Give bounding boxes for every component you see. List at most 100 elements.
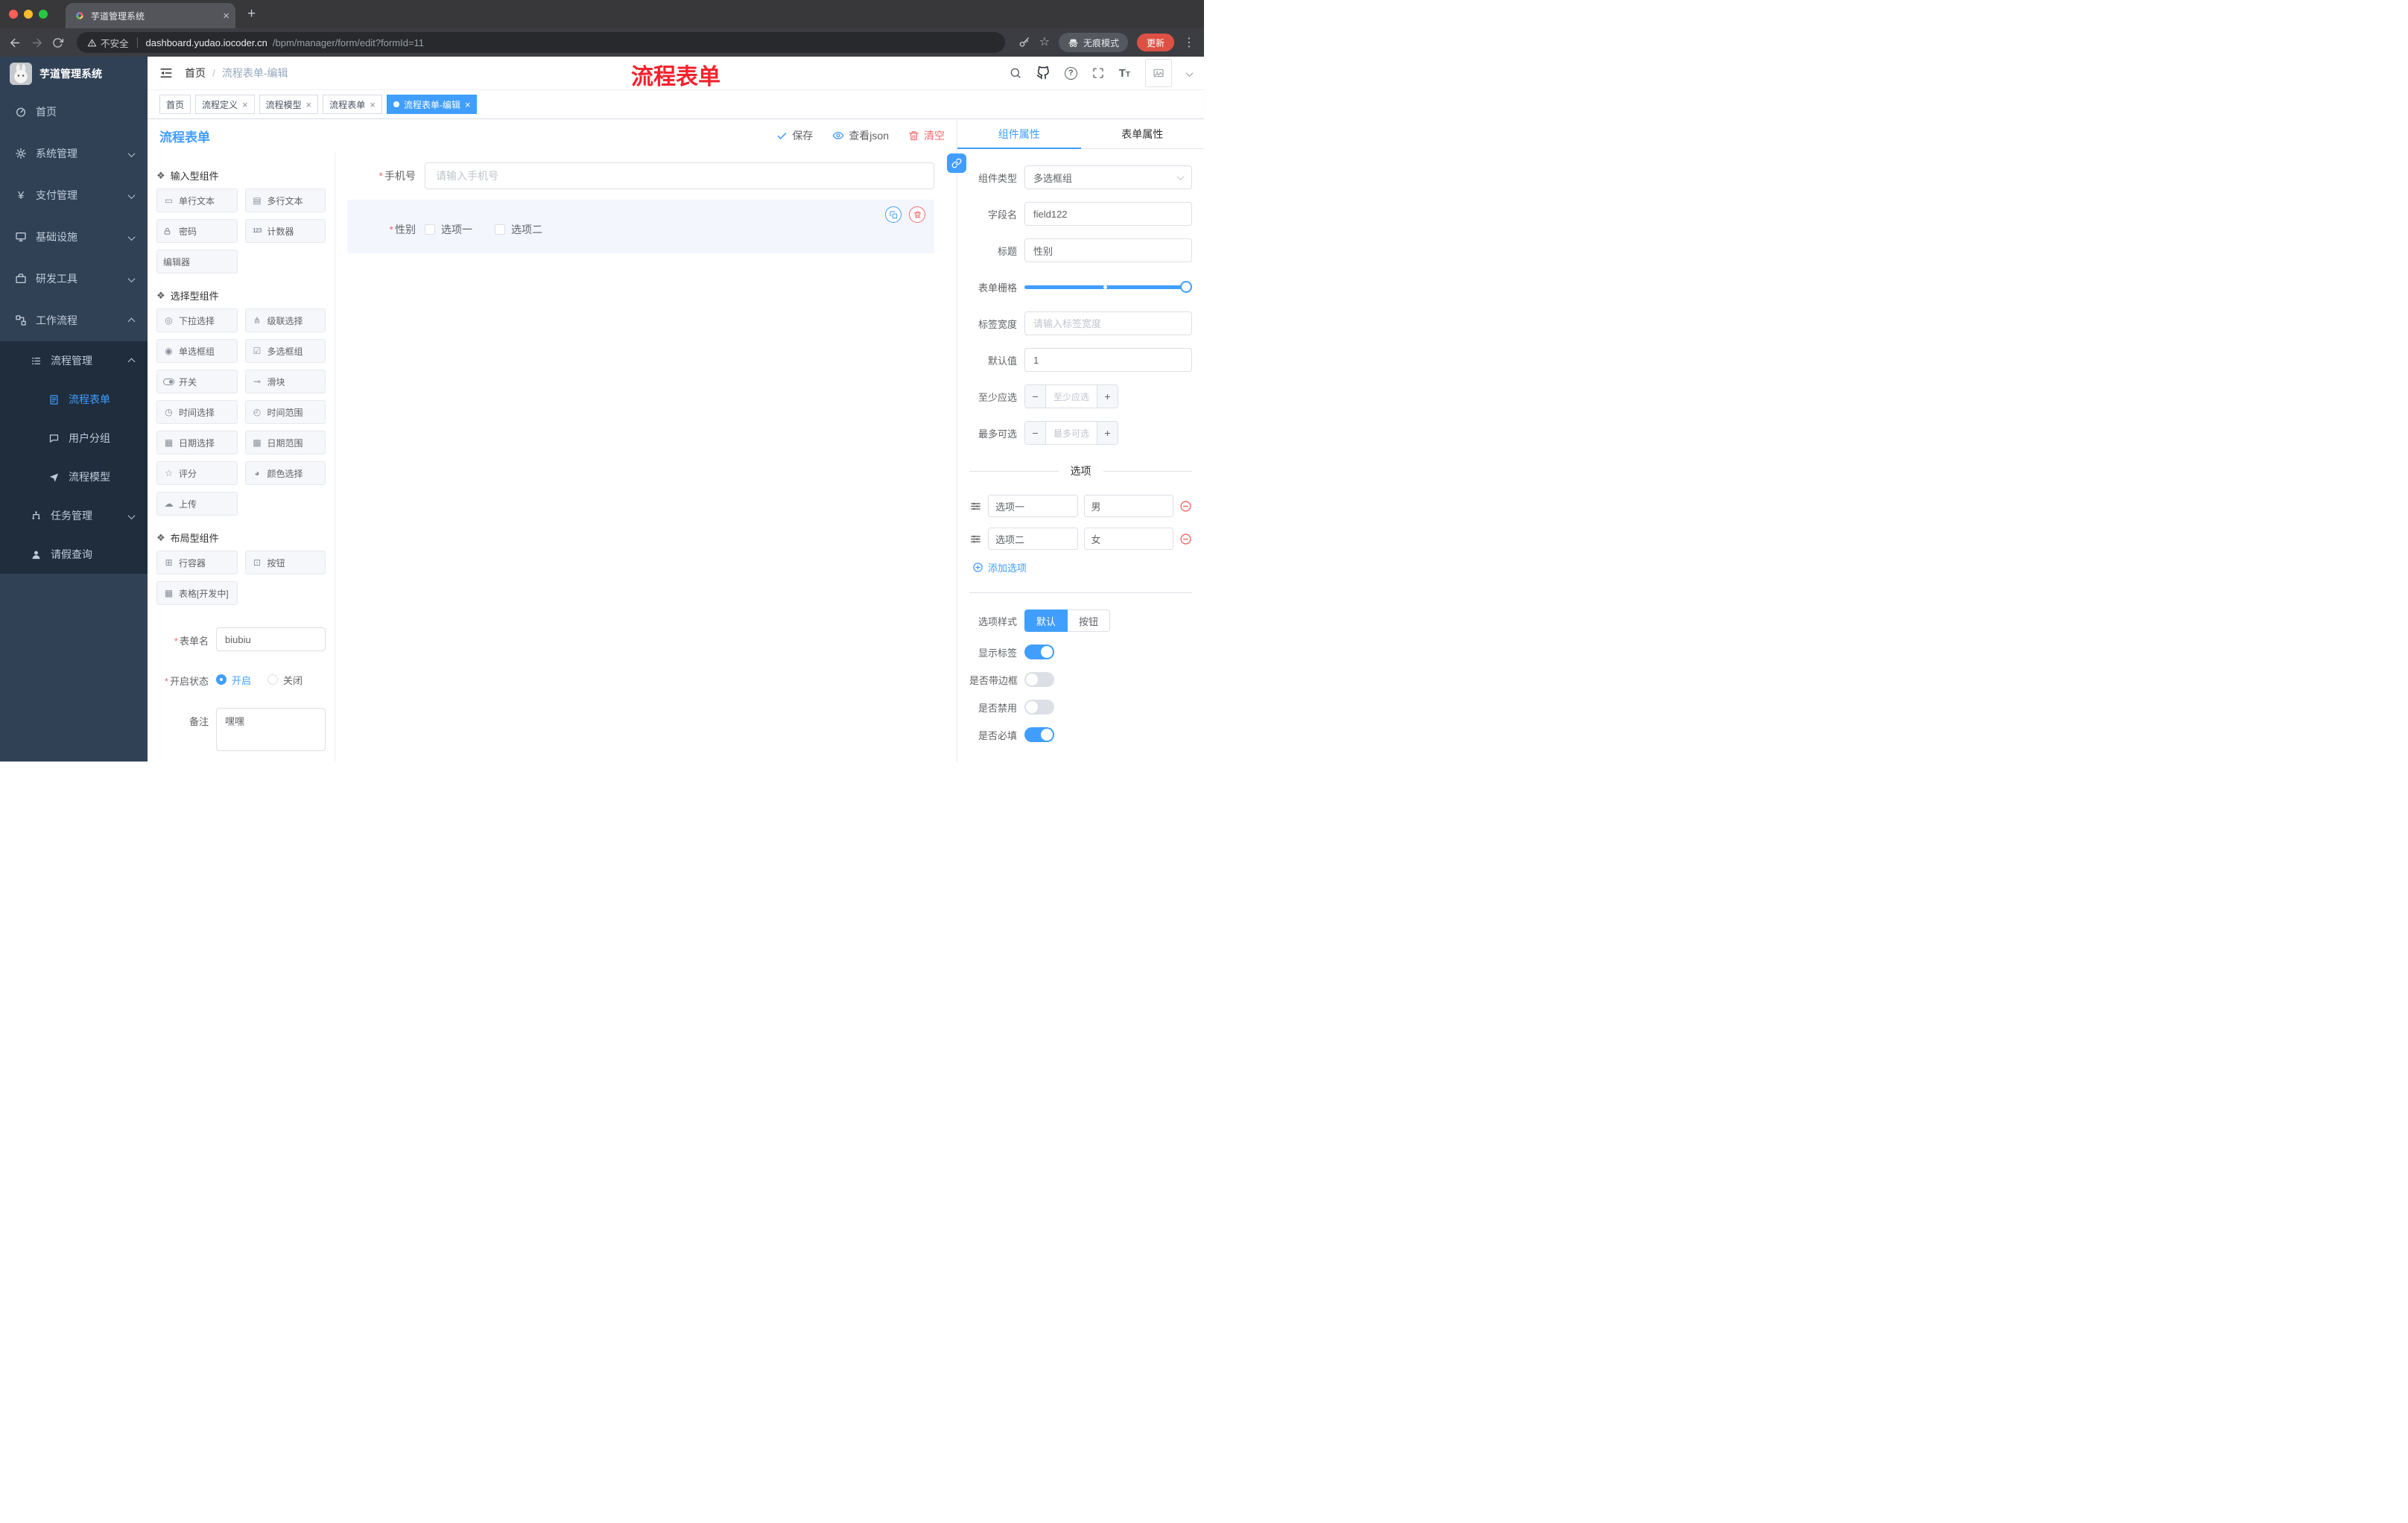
tag-close-icon[interactable]: × bbox=[242, 100, 248, 110]
add-option-button[interactable]: 添加选项 bbox=[972, 560, 1192, 574]
checkbox-option-1[interactable]: 选项一 bbox=[425, 222, 472, 237]
sidebar-item-process-form[interactable]: 流程表单 bbox=[0, 380, 148, 419]
breadcrumb-home[interactable]: 首页 bbox=[185, 66, 206, 80]
search-icon[interactable] bbox=[1010, 67, 1021, 79]
back-button[interactable] bbox=[9, 37, 22, 49]
tag-close-icon[interactable]: × bbox=[306, 100, 312, 110]
tag-process-form-edit[interactable]: 流程表单-编辑 × bbox=[386, 95, 478, 114]
reload-button[interactable] bbox=[52, 37, 63, 48]
palette-item-date-range[interactable]: ▩ 日期范围 bbox=[244, 431, 326, 455]
checkbox-option-2[interactable]: 选项二 bbox=[495, 222, 542, 237]
remove-option-button[interactable] bbox=[1179, 533, 1192, 545]
bookmark-star-icon[interactable]: ☆ bbox=[1039, 37, 1050, 48]
style-default-button[interactable]: 默认 bbox=[1024, 609, 1068, 632]
address-bar[interactable]: 不安全 dashboard.yudao.iocoder.cn/bpm/manag… bbox=[77, 32, 1005, 53]
palette-item-button[interactable]: ⊡ 按钮 bbox=[244, 551, 326, 574]
sidebar-item-payment[interactable]: ¥ 支付管理 bbox=[0, 174, 148, 216]
palette-item-slider[interactable]: ⊸ 滑块 bbox=[244, 370, 326, 393]
tag-process-model[interactable]: 流程模型 × bbox=[259, 95, 319, 114]
clear-button[interactable]: 清空 bbox=[908, 128, 945, 143]
palette-item-rate[interactable]: ☆ 评分 bbox=[156, 461, 238, 485]
link-button[interactable] bbox=[947, 153, 966, 173]
copy-widget-button[interactable] bbox=[885, 206, 902, 223]
tag-close-icon[interactable]: × bbox=[465, 100, 471, 110]
form-grid-slider[interactable] bbox=[1024, 275, 1192, 299]
palette-item-select[interactable]: ◎ 下拉选择 bbox=[156, 308, 238, 332]
status-on-radio[interactable]: 开启 bbox=[216, 673, 251, 687]
palette-item-row-container[interactable]: ⊞ 行容器 bbox=[156, 551, 238, 574]
palette-item-color-picker[interactable]: ◕ 颜色选择 bbox=[244, 461, 326, 485]
sidebar-item-dev-tools[interactable]: 研发工具 bbox=[0, 258, 148, 300]
option-label-input[interactable] bbox=[988, 495, 1078, 517]
sidebar-fold-icon[interactable] bbox=[159, 66, 173, 80]
slider-handle[interactable] bbox=[1180, 281, 1192, 293]
tag-home[interactable]: 首页 bbox=[159, 95, 191, 114]
avatar[interactable] bbox=[1145, 59, 1172, 87]
new-tab-button[interactable]: + bbox=[247, 6, 256, 22]
palette-item-time-range[interactable]: ◴ 时间范围 bbox=[244, 400, 326, 424]
tab-close-icon[interactable]: × bbox=[223, 10, 229, 22]
maximize-window-button[interactable] bbox=[39, 10, 48, 19]
option-value-input[interactable] bbox=[1083, 495, 1173, 517]
avatar-caret-icon[interactable] bbox=[1185, 68, 1194, 79]
sidebar-item-infrastructure[interactable]: 基础设施 bbox=[0, 216, 148, 258]
remove-option-button[interactable] bbox=[1179, 500, 1192, 513]
form-name-input[interactable] bbox=[216, 627, 326, 651]
help-icon[interactable]: ? bbox=[1064, 66, 1077, 80]
max-select-value[interactable]: 最多可选 bbox=[1046, 422, 1097, 444]
option-label-input[interactable] bbox=[988, 528, 1078, 550]
status-off-radio[interactable]: 关闭 bbox=[267, 673, 302, 687]
palette-item-date-picker[interactable]: ▦ 日期选择 bbox=[156, 431, 238, 455]
delete-widget-button[interactable] bbox=[909, 206, 925, 223]
tab-form-props[interactable]: 表单属性 bbox=[1081, 119, 1205, 148]
forward-button[interactable] bbox=[31, 37, 43, 49]
minimize-window-button[interactable] bbox=[24, 10, 33, 19]
fullscreen-icon[interactable] bbox=[1092, 67, 1104, 79]
increase-button[interactable]: + bbox=[1097, 422, 1118, 444]
palette-item-cascader[interactable]: ⋔ 级联选择 bbox=[244, 308, 326, 332]
browser-update-button[interactable]: 更新 bbox=[1136, 34, 1174, 51]
tag-process-form[interactable]: 流程表单 × bbox=[323, 95, 382, 114]
sidebar-logo[interactable]: 芋道管理系统 bbox=[0, 57, 148, 91]
disabled-toggle[interactable] bbox=[1024, 700, 1054, 715]
component-type-select[interactable]: 多选框组 bbox=[1024, 165, 1192, 189]
tag-process-definition[interactable]: 流程定义 × bbox=[195, 95, 255, 114]
decrease-button[interactable]: − bbox=[1025, 385, 1046, 408]
font-size-icon[interactable]: TT bbox=[1119, 68, 1130, 79]
password-key-icon[interactable] bbox=[1018, 37, 1030, 48]
sidebar-item-workflow[interactable]: 工作流程 bbox=[0, 300, 148, 341]
sidebar-item-home[interactable]: 首页 bbox=[0, 91, 148, 133]
style-button-button[interactable]: 按钮 bbox=[1068, 609, 1111, 632]
label-width-input[interactable] bbox=[1024, 311, 1192, 335]
palette-item-editor[interactable]: 编辑器 bbox=[156, 250, 238, 273]
title-input[interactable] bbox=[1024, 238, 1192, 262]
sidebar-item-task-management[interactable]: 任务管理 bbox=[0, 496, 148, 535]
default-value-input[interactable] bbox=[1024, 348, 1192, 372]
palette-item-checkbox-group[interactable]: ☑ 多选框组 bbox=[244, 339, 326, 363]
palette-item-password[interactable]: 密码 bbox=[156, 219, 238, 243]
show-label-toggle[interactable] bbox=[1024, 645, 1054, 659]
save-button[interactable]: 保存 bbox=[776, 128, 813, 143]
palette-item-time-picker[interactable]: ◷ 时间选择 bbox=[156, 400, 238, 424]
option-value-input[interactable] bbox=[1083, 528, 1173, 550]
min-select-value[interactable]: 至少应选 bbox=[1046, 385, 1097, 408]
required-toggle[interactable] bbox=[1024, 727, 1054, 742]
security-warning[interactable]: 不安全 bbox=[87, 36, 129, 50]
palette-item-counter[interactable]: 123 计数器 bbox=[244, 219, 326, 243]
sidebar-item-system[interactable]: 系统管理 bbox=[0, 133, 148, 174]
increase-button[interactable]: + bbox=[1097, 385, 1118, 408]
view-json-button[interactable]: 查看json bbox=[832, 128, 889, 143]
tag-close-icon[interactable]: × bbox=[370, 100, 376, 110]
palette-item-single-line-text[interactable]: ▭ 单行文本 bbox=[156, 189, 238, 212]
form-canvas[interactable]: *手机号 *性别 bbox=[335, 152, 957, 762]
palette-item-table[interactable]: ▦ 表格[开发中] bbox=[156, 581, 238, 605]
palette-item-radio-group[interactable]: ◉ 单选框组 bbox=[156, 339, 238, 363]
browser-tab[interactable]: 芋道管理系统 × bbox=[66, 3, 235, 28]
sidebar-item-process-management[interactable]: 流程管理 bbox=[0, 341, 148, 380]
palette-item-upload[interactable]: ☁ 上传 bbox=[156, 492, 238, 516]
drag-handle-icon[interactable] bbox=[969, 500, 982, 513]
remark-textarea[interactable]: 嘿嘿 bbox=[216, 708, 326, 751]
github-icon[interactable] bbox=[1036, 66, 1050, 80]
phone-field[interactable]: * 手机号 bbox=[347, 162, 934, 189]
border-toggle[interactable] bbox=[1024, 672, 1054, 687]
